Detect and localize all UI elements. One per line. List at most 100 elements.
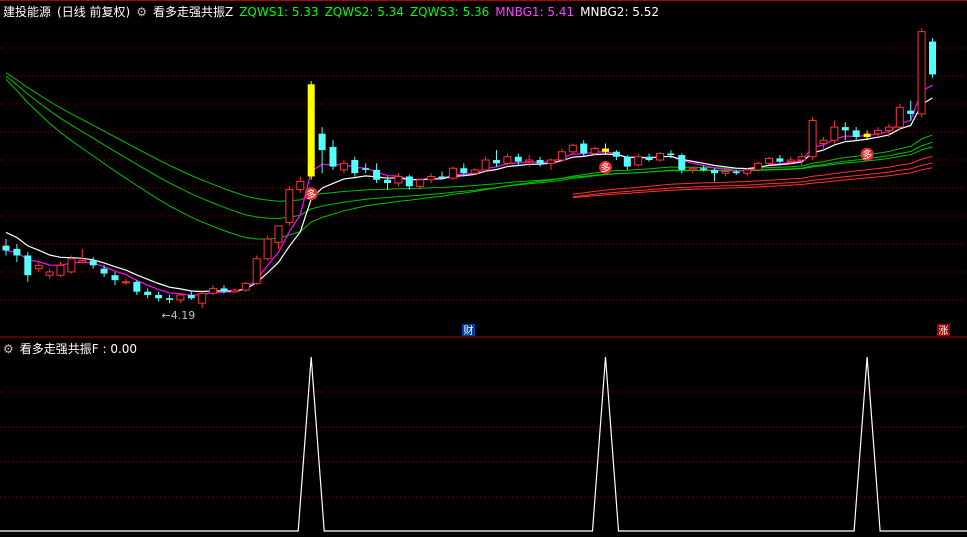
duo-marker-label: 多 bbox=[306, 188, 316, 201]
duo-marker-label: 多 bbox=[862, 148, 872, 161]
candle-body bbox=[296, 180, 305, 191]
candle-body bbox=[612, 151, 620, 157]
candle-body bbox=[24, 255, 32, 276]
candle-body bbox=[590, 147, 599, 154]
candle-body bbox=[384, 179, 391, 184]
red-line-3 bbox=[572, 167, 933, 199]
zhang-label: 涨 bbox=[939, 325, 949, 337]
candle-body bbox=[351, 160, 359, 174]
candle-body bbox=[852, 130, 860, 137]
candle-body bbox=[56, 264, 65, 276]
candle-body bbox=[656, 152, 664, 161]
candle-body bbox=[2, 245, 10, 251]
low-price-label: ←4.19 bbox=[162, 309, 196, 322]
sub-settings-icon[interactable]: ⚙ bbox=[3, 342, 14, 356]
candle-body bbox=[470, 169, 479, 174]
zqws-line-1 bbox=[5, 79, 933, 240]
candle-body bbox=[623, 156, 631, 167]
candle-body bbox=[514, 156, 522, 162]
candle-body bbox=[416, 179, 425, 187]
candle-body bbox=[678, 155, 686, 170]
mnbg2-line bbox=[5, 97, 933, 293]
candle-body bbox=[743, 169, 752, 174]
candle-body bbox=[285, 189, 294, 224]
settings-icon[interactable]: ⚙ bbox=[136, 5, 147, 19]
candle-body bbox=[667, 153, 675, 156]
candle-body bbox=[907, 110, 915, 114]
candle-body bbox=[339, 162, 348, 171]
candle-body bbox=[602, 148, 609, 152]
candle-body bbox=[797, 156, 806, 161]
sub-header: ⚙ 看多走强共振F : 0.00 bbox=[3, 340, 143, 357]
candle-body bbox=[13, 248, 21, 256]
candle-body bbox=[776, 158, 784, 162]
zqws-line-2 bbox=[5, 75, 933, 220]
period-label: (日线 前复权) bbox=[57, 5, 131, 19]
zqws2-value: ZQWS2: 5.34 bbox=[324, 5, 404, 19]
candle-body bbox=[45, 271, 54, 276]
candle-body bbox=[34, 264, 43, 270]
candle-body bbox=[884, 126, 893, 131]
candle-body bbox=[209, 287, 218, 294]
candle-body bbox=[100, 268, 108, 274]
candle-body bbox=[438, 176, 446, 179]
candle-body bbox=[329, 146, 337, 167]
candle-body bbox=[155, 294, 163, 299]
candle-body bbox=[503, 156, 512, 164]
candle-body bbox=[863, 133, 871, 137]
main-header: 建投能源 (日线 前复权) ⚙ 看多走强共振Z ZQWS1: 5.33 ZQWS2: 5.… bbox=[3, 3, 665, 20]
candle-body bbox=[89, 260, 97, 266]
mnbg2-value: MNBG2: 5.52 bbox=[580, 5, 660, 19]
candle-body bbox=[230, 289, 239, 293]
candle-body bbox=[481, 159, 490, 171]
candle-body bbox=[448, 167, 457, 179]
candle-body bbox=[688, 167, 697, 171]
candle-body bbox=[274, 225, 283, 243]
candle-body bbox=[460, 168, 468, 174]
candle-body bbox=[198, 292, 207, 304]
zqws3-value: ZQWS3: 5.36 bbox=[409, 5, 490, 19]
zqws1-value: ZQWS1: 5.33 bbox=[239, 5, 319, 19]
candle-body bbox=[525, 159, 534, 163]
candle-body bbox=[394, 175, 403, 184]
candle-body bbox=[166, 298, 173, 300]
chart-canvas: 多多多←4.19财涨 bbox=[0, 0, 967, 532]
candle-body bbox=[427, 175, 436, 181]
candle-body bbox=[874, 129, 882, 135]
candle-body bbox=[536, 160, 544, 164]
sub-indicator: 看多走强共振F : 0.00 bbox=[19, 342, 138, 356]
candle-body bbox=[220, 288, 228, 292]
candle-body bbox=[721, 171, 730, 174]
indicator-name: 看多走强共振Z bbox=[152, 5, 234, 19]
stock-name: 建投能源 bbox=[3, 5, 52, 19]
candle-body bbox=[895, 106, 904, 128]
candle-body bbox=[78, 259, 87, 263]
candle-body bbox=[819, 139, 828, 145]
candle-body bbox=[144, 291, 152, 295]
candle-body bbox=[373, 169, 381, 180]
caiyuan-label: 财 bbox=[464, 324, 474, 337]
candle-body bbox=[241, 282, 250, 291]
candle-body bbox=[557, 151, 566, 161]
candle-body bbox=[700, 168, 708, 170]
candle-body bbox=[568, 144, 577, 153]
candle-body bbox=[580, 143, 588, 154]
candle-body bbox=[67, 258, 76, 273]
candle-body bbox=[176, 294, 185, 301]
candle-body bbox=[808, 120, 817, 158]
candle-body bbox=[121, 281, 130, 284]
candle-body bbox=[786, 159, 795, 163]
candle-body bbox=[252, 258, 261, 284]
candle-body bbox=[307, 84, 315, 177]
sub-signal-line bbox=[0, 356, 967, 532]
candle-body bbox=[645, 156, 653, 161]
candle-body bbox=[547, 159, 555, 164]
candle-body bbox=[754, 162, 763, 171]
candle-body bbox=[917, 31, 926, 115]
candle-body bbox=[111, 275, 119, 281]
candle-body bbox=[830, 126, 839, 141]
candle-body bbox=[362, 168, 370, 170]
candle-body bbox=[711, 169, 718, 174]
candle-body bbox=[765, 157, 773, 164]
candle-body bbox=[405, 176, 413, 187]
